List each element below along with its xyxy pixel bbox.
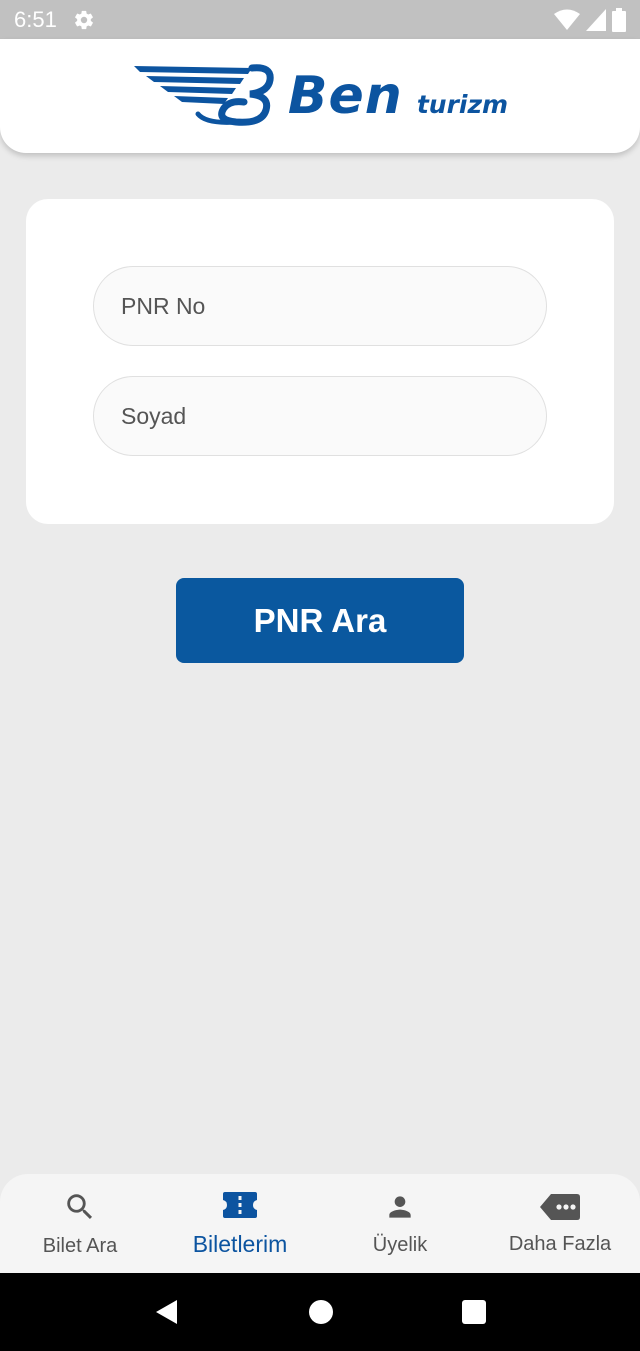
recents-icon[interactable]	[461, 1299, 487, 1325]
bottom-nav: Bilet Ara Biletlerim Üyelik Daha Fazla	[0, 1174, 640, 1273]
brand-logo: Ben turizm	[132, 62, 508, 131]
status-right	[554, 7, 626, 32]
pnr-form-card	[26, 199, 614, 524]
nav-item-uyelik[interactable]: Üyelik	[320, 1174, 480, 1273]
logo-text-main: Ben	[287, 66, 403, 126]
system-nav-bar	[0, 1273, 640, 1351]
status-time: 6:51	[14, 6, 57, 32]
nav-item-biletlerim[interactable]: Biletlerim	[160, 1174, 320, 1273]
logo-text-sub: turizm	[416, 89, 509, 119]
back-icon[interactable]	[153, 1298, 181, 1326]
app-header: Ben turizm	[0, 39, 640, 153]
settings-icon	[73, 9, 95, 31]
nav-item-bilet-ara[interactable]: Bilet Ara	[0, 1174, 160, 1273]
pnr-input[interactable]	[121, 292, 546, 320]
ticket-icon	[222, 1190, 258, 1225]
status-bar: 6:51	[0, 0, 640, 39]
more-icon	[539, 1192, 581, 1227]
battery-icon	[612, 7, 626, 32]
home-icon[interactable]	[308, 1299, 334, 1325]
search-icon	[63, 1190, 97, 1229]
pnr-field[interactable]	[93, 266, 547, 346]
person-icon	[384, 1191, 416, 1228]
wifi-icon	[554, 9, 580, 31]
nav-item-daha-fazla[interactable]: Daha Fazla	[480, 1174, 640, 1273]
wings-logo-icon	[132, 62, 282, 131]
surname-input[interactable]	[121, 402, 546, 430]
signal-icon	[586, 8, 606, 31]
pnr-search-button[interactable]: PNR Ara	[176, 578, 464, 663]
surname-field[interactable]	[93, 376, 547, 456]
status-left: 6:51	[14, 7, 95, 33]
nav-label-biletlerim: Biletlerim	[192, 1230, 288, 1257]
nav-label-daha-fazla: Daha Fazla	[508, 1232, 612, 1255]
nav-label-bilet-ara: Bilet Ara	[42, 1234, 118, 1257]
nav-label-uyelik: Üyelik	[372, 1233, 428, 1256]
